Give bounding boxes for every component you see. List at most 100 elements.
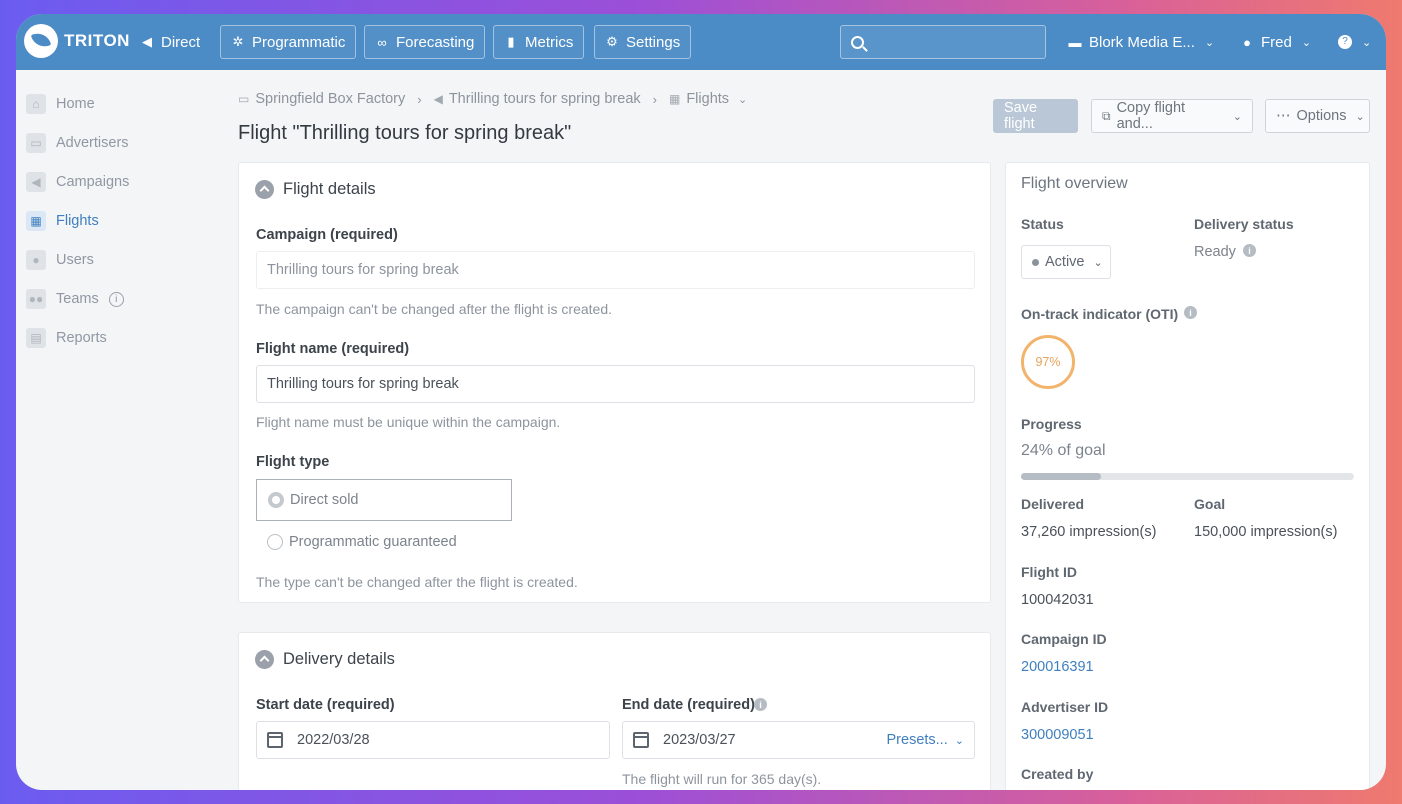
info-icon[interactable]: i (108, 291, 124, 307)
chevron-right-icon: › (652, 91, 657, 107)
flight-name-help: Flight name must be unique within the ca… (256, 414, 561, 430)
breadcrumb: ▭ Springfield Box Factory › ◀ Thrilling … (238, 91, 747, 107)
info-icon[interactable]: i (1243, 244, 1256, 257)
user-icon: ● (26, 250, 46, 270)
goal-label: Goal (1194, 496, 1226, 512)
nav-metrics[interactable]: ▮ Metrics (493, 25, 585, 59)
user-menu[interactable]: ● Fred ⌄ (1230, 25, 1321, 59)
megaphone-icon: ◀ (433, 92, 443, 106)
flight-name-input[interactable]: Thrilling tours for spring break (256, 365, 975, 403)
breadcrumb-advertiser[interactable]: ▭ Springfield Box Factory (238, 91, 405, 107)
nav-settings-label: Settings (626, 33, 681, 51)
search-icon (851, 35, 864, 49)
sidebar-item-label: Reports (56, 330, 107, 346)
advertiser-id-link[interactable]: 300009051 (1021, 727, 1094, 743)
org-name: Blork Media E... (1089, 33, 1195, 51)
campaign-label: Campaign (required) (256, 227, 398, 243)
flight-details-heading: Flight details (283, 180, 376, 198)
calendar-icon (633, 732, 649, 748)
delivery-status-label: Delivery status (1194, 216, 1294, 232)
sidebar-item-flights[interactable]: ▦ Flights (26, 209, 99, 233)
advertiser-id-label: Advertiser ID (1021, 699, 1109, 715)
sidebar-item-campaigns[interactable]: ◀ Campaigns (26, 170, 129, 194)
nav-settings[interactable]: ⚙ Settings (594, 25, 692, 59)
start-date-label: Start date (required) (256, 697, 395, 713)
window-icon: ▭ (238, 92, 250, 106)
oti-gauge: 97% (1021, 335, 1075, 389)
oti-value: 97% (1035, 355, 1061, 369)
flight-type-programmatic-guaranteed[interactable]: Programmatic guaranteed (256, 521, 512, 563)
nav-metrics-label: Metrics (525, 33, 574, 51)
end-date-value: 2023/03/27 (663, 732, 736, 748)
flight-type-direct-sold[interactable]: Direct sold (256, 479, 512, 521)
delivered-value: 37,260 impression(s) (1021, 524, 1157, 540)
nav-direct[interactable]: ◀ Direct (130, 25, 210, 59)
info-icon[interactable]: i (1184, 306, 1197, 319)
radio-selected-icon (268, 492, 284, 508)
campaign-id-label: Campaign ID (1021, 631, 1107, 647)
breadcrumb-campaign[interactable]: ◀ Thrilling tours for spring break (434, 91, 641, 107)
created-by-label: Created by (1021, 766, 1094, 782)
progress-bar (1021, 473, 1354, 480)
delivery-details-header[interactable]: Delivery details (255, 650, 395, 669)
goal-value: 150,000 impression(s) (1194, 524, 1338, 540)
end-date-input[interactable]: 2023/03/27 Presets... ⌄ (622, 721, 975, 759)
nav-programmatic[interactable]: ✲ Programmatic (220, 25, 357, 59)
nav-direct-label: Direct (161, 33, 201, 51)
window-icon: ▭ (26, 133, 46, 153)
flight-type-option-label: Programmatic guaranteed (289, 534, 457, 550)
flight-id-value: 100042031 (1021, 592, 1094, 608)
status-dropdown[interactable]: Active ⌄ (1021, 245, 1111, 279)
chevron-down-icon: ⌄ (1232, 110, 1242, 123)
nav-forecasting[interactable]: ∞ Forecasting (364, 25, 486, 59)
megaphone-icon: ◀ (142, 34, 152, 49)
oti-label: On-track indicator (OTI) (1021, 306, 1179, 322)
presets-dropdown[interactable]: Presets... ⌄ (887, 732, 965, 748)
help-icon: ? (1338, 35, 1352, 49)
delivered-label: Delivered (1021, 496, 1085, 512)
sidebar-item-advertisers[interactable]: ▭ Advertisers (26, 131, 129, 155)
sparkle-icon: ✲ (232, 34, 244, 49)
flight-details-header[interactable]: Flight details (255, 180, 376, 199)
triton-logo[interactable]: TRITON (24, 24, 130, 58)
save-flight-button[interactable]: Save flight (993, 99, 1078, 133)
team-icon: ●● (26, 289, 46, 309)
calendar-icon (267, 732, 283, 748)
campaign-id-link[interactable]: 200016391 (1021, 659, 1094, 675)
options-button[interactable]: ⋯ Options ⌄ (1265, 99, 1370, 133)
collapse-icon (255, 180, 274, 199)
copy-flight-button[interactable]: ⧉ Copy flight and... ⌄ (1091, 99, 1253, 133)
sidebar-item-label: Flights (56, 213, 99, 229)
chevron-down-icon: ⌄ (1355, 110, 1365, 123)
triton-logo-icon (24, 24, 58, 58)
chevron-down-icon: ⌄ (738, 93, 748, 106)
start-date-input[interactable]: 2022/03/28 (256, 721, 610, 759)
overview-heading: Flight overview (1021, 175, 1128, 192)
help-menu[interactable]: ? ⌄ (1328, 25, 1381, 59)
bar-chart-icon: ▮ (507, 34, 515, 49)
sidebar-item-users[interactable]: ● Users (26, 248, 94, 272)
sidebar-item-home[interactable]: ⌂ Home (26, 92, 95, 116)
user-name: Fred (1261, 33, 1292, 51)
sidebar-item-label: Teams (56, 291, 99, 307)
sidebar-item-label: Users (56, 252, 94, 268)
chevron-down-icon: ⌄ (1362, 36, 1372, 49)
sidebar-item-teams[interactable]: ●● Teams i (26, 287, 124, 311)
campaign-help: The campaign can't be changed after the … (256, 301, 613, 317)
calendar-icon: ▦ (26, 211, 46, 231)
chevron-down-icon: ⌄ (954, 735, 964, 747)
sidebar-item-reports[interactable]: ▤ Reports (26, 326, 107, 350)
search-input[interactable] (840, 25, 1046, 59)
ellipsis-icon: ⋯ (1276, 108, 1291, 124)
breadcrumb-flights[interactable]: ▦ Flights ⌄ (669, 91, 747, 107)
calendar-icon: ▦ (668, 92, 681, 106)
home-icon: ⌂ (26, 94, 46, 114)
info-icon[interactable]: i (754, 698, 767, 711)
org-switcher[interactable]: ▬ Blork Media E... ⌄ (1058, 25, 1224, 59)
flight-id-label: Flight ID (1021, 564, 1077, 580)
status-dot-icon (1032, 258, 1039, 266)
campaign-field: Thrilling tours for spring break (256, 251, 975, 289)
sidebar: ⌂ Home ▭ Advertisers ◀ Campaigns ▦ Fligh… (16, 70, 221, 790)
duration-help: The flight will run for 365 day(s). (622, 771, 822, 787)
sidebar-item-label: Home (56, 96, 95, 112)
